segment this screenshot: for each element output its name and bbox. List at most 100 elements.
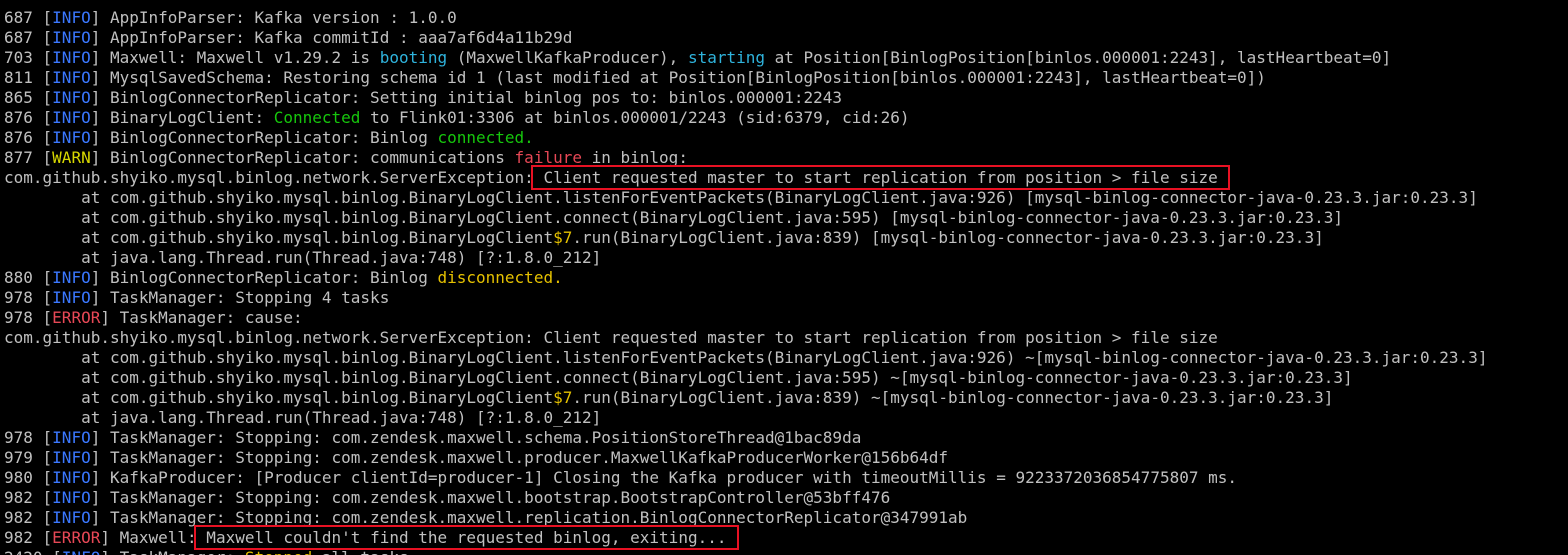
log-level: INFO [52, 128, 91, 147]
log-line: 979 [INFO] TaskManager: Stopping: com.ze… [4, 448, 1568, 468]
log-line: 2420 [INFO] TaskManager: Stopped all tas… [4, 548, 1568, 555]
log-text: at com.github.shyiko.mysql.binlog.Binary… [4, 388, 554, 407]
log-text: 978 [ [4, 308, 53, 327]
log-text: ] BinlogConnectorReplicator: Binlog [90, 268, 438, 287]
log-text: com.github.shyiko.mysql.binlog.network.S… [4, 168, 534, 187]
log-text: booting [379, 48, 448, 67]
log-text: $7 [553, 388, 573, 407]
highlighted-message: Client requested master to start replica… [530, 165, 1231, 190]
log-text: 978 [ [4, 288, 53, 307]
log-text: in binlog: [581, 148, 688, 167]
log-level: ERROR [52, 308, 101, 327]
log-text: ] KafkaProducer: [Producer clientId=prod… [90, 468, 1238, 487]
log-text: at com.github.shyiko.mysql.binlog.Binary… [4, 368, 1353, 387]
log-line: 980 [INFO] KafkaProducer: [Producer clie… [4, 468, 1568, 488]
log-text: 687 [ [4, 28, 53, 47]
log-level: INFO [52, 488, 91, 507]
log-text: (MaxwellKafkaProducer), [447, 48, 688, 67]
log-text: 982 [ [4, 528, 53, 547]
log-text: .run(BinaryLogClient.java:839) [mysql-bi… [572, 228, 1324, 247]
log-text: 982 [ [4, 488, 53, 507]
log-text: at com.github.shyiko.mysql.binlog.Binary… [4, 208, 1343, 227]
log-text: at java.lang.Thread.run(Thread.java:748)… [4, 408, 602, 427]
log-text: 811 [ [4, 68, 53, 87]
log-line: 978 [INFO] TaskManager: Stopping: com.ze… [4, 428, 1568, 448]
log-text: com.github.shyiko.mysql.binlog.network.S… [4, 328, 1218, 347]
log-level: INFO [52, 268, 91, 287]
log-line: 978 [INFO] TaskManager: Stopping 4 tasks [4, 288, 1568, 308]
log-line: 876 [INFO] BinlogConnectorReplicator: Bi… [4, 128, 1568, 148]
log-level: INFO [62, 548, 101, 555]
log-text: connected. [437, 128, 534, 147]
log-line: 811 [INFO] MysqlSavedSchema: Restoring s… [4, 68, 1568, 88]
log-line: at java.lang.Thread.run(Thread.java:748)… [4, 248, 1568, 268]
log-text: ] MysqlSavedSchema: Restoring schema id … [90, 68, 1266, 87]
log-text: at com.github.shyiko.mysql.binlog.Binary… [4, 228, 554, 247]
log-text: ] TaskManager: Stopping: com.zendesk.max… [90, 428, 862, 447]
terminal-output: 687 [INFO] AppInfoParser: Kafka version … [4, 8, 1568, 555]
log-text: ] TaskManager: Stopping 4 tasks [90, 288, 390, 307]
log-text: 982 [ [4, 508, 53, 527]
log-text: ] TaskManager: Stopping: com.zendesk.max… [90, 508, 968, 527]
log-text: at com.github.shyiko.mysql.binlog.Binary… [4, 348, 1488, 367]
log-level: INFO [52, 48, 91, 67]
log-text: ] TaskManager: [100, 548, 245, 555]
log-text: 978 [ [4, 428, 53, 447]
terminal-window[interactable]: 687 [INFO] AppInfoParser: Kafka version … [0, 0, 1568, 555]
log-text: 880 [ [4, 268, 53, 287]
log-text: 877 [ [4, 148, 53, 167]
log-text: 980 [ [4, 468, 53, 487]
log-level: INFO [52, 448, 91, 467]
log-line: at java.lang.Thread.run(Thread.java:748)… [4, 408, 1568, 428]
log-text: .run(BinaryLogClient.java:839) ~[mysql-b… [572, 388, 1334, 407]
log-line: com.github.shyiko.mysql.binlog.network.S… [4, 328, 1568, 348]
log-text: 703 [ [4, 48, 53, 67]
log-text: ] TaskManager: cause: [100, 308, 303, 327]
log-line: at com.github.shyiko.mysql.binlog.Binary… [4, 208, 1568, 228]
log-line: 865 [INFO] BinlogConnectorReplicator: Se… [4, 88, 1568, 108]
log-text: starting [687, 48, 766, 67]
log-text: ] BinaryLogClient: [90, 108, 274, 127]
log-level: INFO [52, 108, 91, 127]
log-text: ] Maxwell: Maxwell v1.29.2 is [90, 48, 380, 67]
log-line: at com.github.shyiko.mysql.binlog.Binary… [4, 348, 1568, 368]
log-line: 982 [INFO] TaskManager: Stopping: com.ze… [4, 488, 1568, 508]
log-text: ] TaskManager: Stopping: com.zendesk.max… [90, 488, 891, 507]
log-line: 877 [WARN] BinlogConnectorReplicator: co… [4, 148, 1568, 168]
log-level: INFO [52, 428, 91, 447]
log-line: at com.github.shyiko.mysql.binlog.Binary… [4, 368, 1568, 388]
log-level: INFO [52, 68, 91, 87]
log-line: 687 [INFO] AppInfoParser: Kafka version … [4, 8, 1568, 28]
log-line: at com.github.shyiko.mysql.binlog.Binary… [4, 228, 1568, 248]
log-text: at com.github.shyiko.mysql.binlog.Binary… [4, 188, 1478, 207]
log-text: ] BinlogConnectorReplicator: Binlog [90, 128, 438, 147]
log-line: 876 [INFO] BinaryLogClient: Connected to… [4, 108, 1568, 128]
log-level: INFO [52, 508, 91, 527]
log-level: INFO [52, 288, 91, 307]
log-text: disconnected. [437, 268, 563, 287]
log-level: WARN [52, 148, 91, 167]
log-line: 880 [INFO] BinlogConnectorReplicator: Bi… [4, 268, 1568, 288]
highlighted-message: Maxwell couldn't find the requested binl… [193, 525, 740, 550]
log-text: ] BinlogConnectorReplicator: Setting ini… [90, 88, 843, 107]
log-text: to Flink01:3306 at binlos.000001/2243 (s… [360, 108, 910, 127]
log-text: 876 [ [4, 128, 53, 147]
log-level: INFO [52, 468, 91, 487]
log-text: 2420 [ [4, 548, 62, 555]
log-level: ERROR [52, 528, 101, 547]
log-text: 687 [ [4, 8, 53, 27]
log-text: 979 [ [4, 448, 53, 467]
log-line: 978 [ERROR] TaskManager: cause: [4, 308, 1568, 328]
log-text: failure [514, 148, 582, 167]
log-text: at Position[BinlogPosition[binlos.000001… [765, 48, 1392, 67]
log-text: Connected [273, 108, 361, 127]
log-line: 982 [INFO] TaskManager: Stopping: com.ze… [4, 508, 1568, 528]
log-line: 703 [INFO] Maxwell: Maxwell v1.29.2 is b… [4, 48, 1568, 68]
log-text: ] TaskManager: Stopping: com.zendesk.max… [90, 448, 949, 467]
log-line: at com.github.shyiko.mysql.binlog.Binary… [4, 388, 1568, 408]
log-line: 982 [ERROR] Maxwell: Maxwell couldn't fi… [4, 525, 1568, 550]
log-line: 687 [INFO] AppInfoParser: Kafka commitId… [4, 28, 1568, 48]
log-level: INFO [52, 8, 91, 27]
log-line: at com.github.shyiko.mysql.binlog.Binary… [4, 188, 1568, 208]
log-line: com.github.shyiko.mysql.binlog.network.S… [4, 165, 1568, 190]
